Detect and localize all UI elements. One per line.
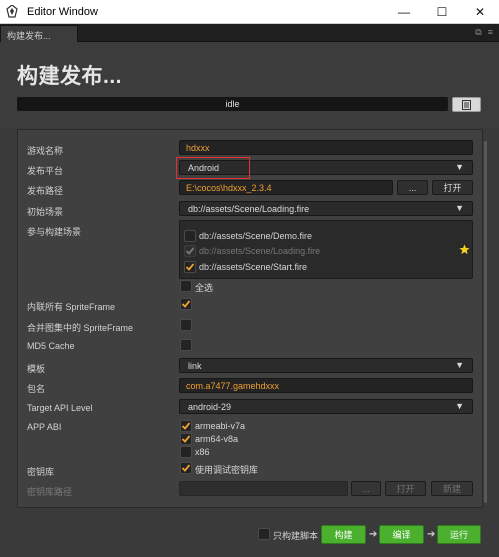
scene-loading-label: db://assets/Scene/Loading.fire — [199, 246, 321, 256]
api-level-value: android-29 — [188, 401, 232, 412]
package-name-input[interactable]: com.a7477.gamehdxxx — [179, 378, 473, 393]
keystore-label: 密钥库 — [27, 467, 55, 477]
md5-cache-label: MD5 Cache — [27, 341, 75, 351]
api-level-label: Target API Level — [27, 403, 93, 413]
abi-armeabi-v7a-label: armeabi-v7a — [195, 421, 246, 431]
debug-keystore-label: 使用调试密钥库 — [195, 465, 259, 475]
md5-cache-checkbox[interactable] — [180, 339, 192, 351]
highlight-box — [176, 157, 250, 179]
scene-demo-label: db://assets/Scene/Demo.fire — [199, 231, 313, 241]
scene-start-checkbox[interactable] — [184, 261, 196, 273]
select-all-checkbox[interactable] — [180, 280, 192, 292]
start-scene-label: 初始场景 — [27, 207, 64, 217]
abi-arm64-v8a-checkbox[interactable] — [180, 433, 192, 445]
build-button[interactable]: 构建 — [321, 525, 366, 544]
open-path-button[interactable]: 打开 — [432, 180, 473, 195]
app-icon — [5, 5, 19, 19]
compile-button[interactable]: 编译 — [379, 525, 424, 544]
minimize-button[interactable]: — — [385, 0, 423, 24]
build-path-input[interactable]: E:\cocos\hdxxx_2.3.4 — [179, 180, 393, 195]
scene-start-label: db://assets/Scene/Start.fire — [199, 262, 308, 272]
inline-spriteframe-checkbox[interactable] — [180, 298, 192, 310]
arrow-right-icon: ➔ — [427, 529, 436, 540]
tab-strip: 构建发布... ⧉ ≡ — [0, 24, 499, 42]
abi-x86-label: x86 — [195, 447, 210, 457]
package-name-label: 包名 — [27, 384, 46, 394]
popout-icon[interactable]: ⧉ — [475, 27, 481, 38]
keystore-open-button: 打开 — [385, 481, 426, 496]
game-name-label: 游戏名称 — [27, 146, 64, 156]
template-select[interactable]: link ▼ — [179, 358, 473, 373]
footer-bar — [0, 515, 499, 557]
abi-arm64-v8a-label: arm64-v8a — [195, 434, 239, 444]
debug-keystore-checkbox[interactable] — [180, 462, 192, 474]
star-icon — [459, 244, 470, 257]
build-progress-bar: idle — [17, 97, 448, 111]
log-button[interactable] — [452, 97, 481, 112]
template-value: link — [188, 360, 202, 371]
build-script-only-label: 只构建脚本 — [273, 531, 319, 541]
platform-label: 发布平台 — [27, 166, 64, 176]
inline-spriteframe-label: 内联所有 SpriteFrame — [27, 302, 116, 312]
merge-spriteframe-label: 合并图集中的 SpriteFrame — [27, 323, 134, 333]
title-bar: Editor Window — ☐ ✕ — [0, 0, 499, 24]
dropdown-caret-icon: ▼ — [455, 162, 464, 172]
keystore-path-input — [179, 481, 348, 496]
keystore-browse-button: ... — [351, 481, 381, 496]
page-title: 构建发布... — [17, 65, 123, 88]
header: 构建发布... idle — [0, 42, 499, 128]
close-button[interactable]: ✕ — [461, 0, 499, 24]
window-title: Editor Window — [27, 5, 98, 18]
dropdown-caret-icon: ▼ — [455, 203, 464, 213]
maximize-button[interactable]: ☐ — [423, 0, 461, 24]
menu-icon[interactable]: ≡ — [488, 27, 493, 38]
template-label: 模板 — [27, 364, 46, 374]
keystore-new-button: 新建 — [431, 481, 473, 496]
browse-path-button[interactable]: ... — [397, 180, 428, 195]
merge-spriteframe-checkbox[interactable] — [180, 319, 192, 331]
document-icon — [462, 99, 471, 110]
status-label: idle — [225, 99, 240, 109]
dropdown-caret-icon: ▼ — [455, 360, 464, 370]
tab-build[interactable]: 构建发布... — [0, 25, 78, 42]
scrollbar[interactable] — [484, 141, 487, 503]
abi-armeabi-v7a-checkbox[interactable] — [180, 420, 192, 432]
game-name-input[interactable]: hdxxx — [179, 140, 473, 155]
abi-x86-checkbox[interactable] — [180, 446, 192, 458]
scene-loading-checkbox — [184, 245, 196, 257]
scenes-label: 参与构建场景 — [27, 227, 82, 237]
app-abi-label: APP ABI — [27, 422, 62, 432]
build-path-label: 发布路径 — [27, 186, 64, 196]
api-level-select[interactable]: android-29 ▼ — [179, 399, 473, 414]
scene-demo-checkbox[interactable] — [184, 230, 196, 242]
build-script-only-checkbox[interactable] — [258, 528, 270, 540]
start-scene-select[interactable]: db://assets/Scene/Loading.fire ▼ — [179, 201, 473, 216]
run-button[interactable]: 运行 — [437, 525, 481, 544]
arrow-right-icon: ➔ — [369, 529, 378, 540]
keystore-path-label: 密钥库路径 — [27, 487, 73, 497]
select-all-label: 全选 — [195, 283, 214, 293]
dropdown-caret-icon: ▼ — [455, 401, 464, 411]
start-scene-value: db://assets/Scene/Loading.fire — [188, 203, 310, 214]
